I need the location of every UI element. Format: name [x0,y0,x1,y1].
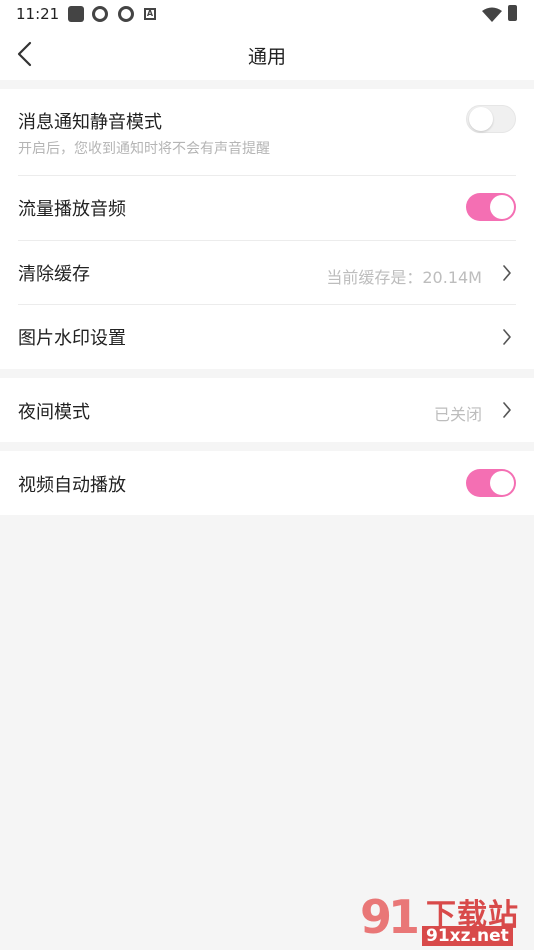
setting-label: 视频自动播放 [18,475,126,496]
night-mode-value: 已关闭 [433,405,482,424]
setting-row-night-mode[interactable]: 夜间模式 已关闭 [0,378,534,442]
cache-size-value: 当前缓存是：20.14M [326,268,482,287]
wifi-icon [482,7,502,22]
setting-label: 消息通知静音模式 [18,112,162,133]
pinwheel-icon [118,6,134,22]
setting-row-cellular-audio: 流量播放音频 [0,176,534,240]
setting-row-clear-cache[interactable]: 清除缓存 当前缓存是：20.14M [0,241,534,305]
app-header: 通用 [0,28,534,80]
setting-row-mute-notifications: 消息通知静音模式 开启后，您收到通知时将不会有声音提醒 [0,89,534,176]
pinwheel-icon [92,6,108,22]
page-title: 通用 [247,46,286,68]
chevron-right-icon [503,329,511,345]
setting-row-image-watermark[interactable]: 图片水印设置 [0,305,534,369]
settings-section-display: 夜间模式 已关闭 [0,378,534,442]
square-icon [68,6,84,22]
watermark-url: 91xz.net [422,926,513,946]
settings-section-general: 消息通知静音模式 开启后，您收到通知时将不会有声音提醒 流量播放音频 清除缓存 … [0,89,534,369]
watermark-logo: 91 [360,890,420,944]
battery-icon [508,5,517,21]
setting-label: 清除缓存 [18,264,90,285]
toggle-knob [490,195,514,219]
status-bar: 11:21 A [0,0,534,28]
toggle-knob [469,107,493,131]
setting-label: 流量播放音频 [18,199,126,220]
status-time: 11:21 [16,5,60,23]
toggle-knob [490,471,514,495]
chevron-right-icon [503,402,511,418]
a-badge-icon: A [144,8,156,20]
setting-label: 图片水印设置 [18,328,126,349]
site-watermark: 91 下载站 91xz.net [360,890,532,948]
video-autoplay-toggle[interactable] [466,469,516,497]
setting-row-video-autoplay: 视频自动播放 [0,451,534,515]
settings-section-video: 视频自动播放 [0,451,534,515]
cellular-audio-toggle[interactable] [466,193,516,221]
mute-notifications-toggle[interactable] [466,105,516,133]
setting-label: 夜间模式 [18,402,90,423]
setting-description: 开启后，您收到通知时将不会有声音提醒 [18,141,270,157]
chevron-right-icon [503,265,511,281]
